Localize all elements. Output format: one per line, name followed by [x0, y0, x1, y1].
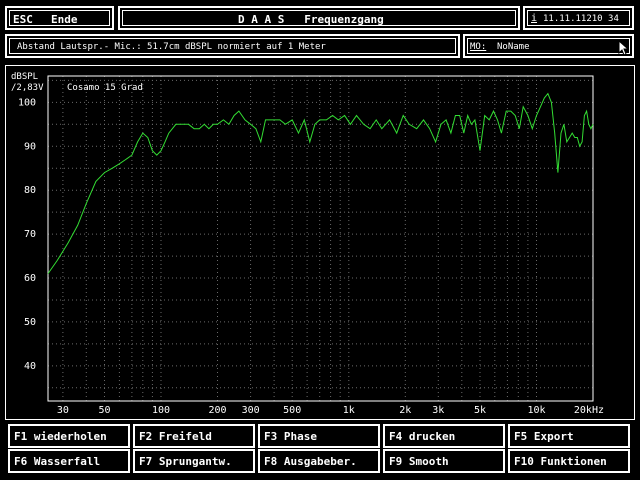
name-field-value: NoName [497, 42, 530, 52]
plot-frame [5, 65, 635, 420]
function-key-5[interactable]: F5 Export [508, 424, 630, 448]
esc-key-label: ESC [13, 13, 33, 26]
function-key-label: F2 Freifeld [139, 430, 212, 443]
function-key-8[interactable]: F8 Ausgabeber. [258, 449, 380, 473]
escape-button[interactable]: ESC Ende [5, 6, 114, 30]
name-field-inner [467, 38, 630, 54]
function-key-3[interactable]: F3 Phase [258, 424, 380, 448]
function-key-label: F8 Ausgabeber. [264, 455, 357, 468]
window-title-bar: D A A S Frequenzgang [118, 6, 520, 30]
function-key-6[interactable]: F6 Wasserfall [8, 449, 130, 473]
function-key-1[interactable]: F1 wiederholen [8, 424, 130, 448]
function-key-2[interactable]: F2 Freifeld [133, 424, 255, 448]
function-key-label: F1 wiederholen [14, 430, 107, 443]
measurement-description: Abstand Lautspr.- Mic.: 51.7cm dBSPL nor… [17, 42, 326, 52]
function-key-9[interactable]: F9 Smooth [383, 449, 505, 473]
name-field[interactable]: MO: NoName [463, 34, 634, 58]
function-key-label: F4 drucken [389, 430, 456, 443]
info-icon[interactable]: i [531, 13, 537, 24]
end-label: Ende [51, 13, 78, 26]
mouse-pointer-icon [618, 40, 630, 56]
datetime-text: 11.11.11210 34 [543, 14, 619, 24]
datetime-panel: i 11.11.11210 34 [523, 6, 634, 30]
function-key-label: F5 Export [514, 430, 574, 443]
function-key-7[interactable]: F7 Sprungantw. [133, 449, 255, 473]
function-key-label: F7 Sprungantw. [139, 455, 232, 468]
window-title: D A A S Frequenzgang [238, 13, 384, 26]
function-key-label: F10 Funktionen [514, 455, 607, 468]
measurement-info-bar: Abstand Lautspr.- Mic.: 51.7cm dBSPL nor… [5, 34, 460, 58]
function-key-label: F9 Smooth [389, 455, 449, 468]
name-field-label: MO: [470, 42, 487, 52]
function-key-4[interactable]: F4 drucken [383, 424, 505, 448]
function-key-label: F6 Wasserfall [14, 455, 101, 468]
function-key-10[interactable]: F10 Funktionen [508, 449, 630, 473]
function-key-label: F3 Phase [264, 430, 317, 443]
